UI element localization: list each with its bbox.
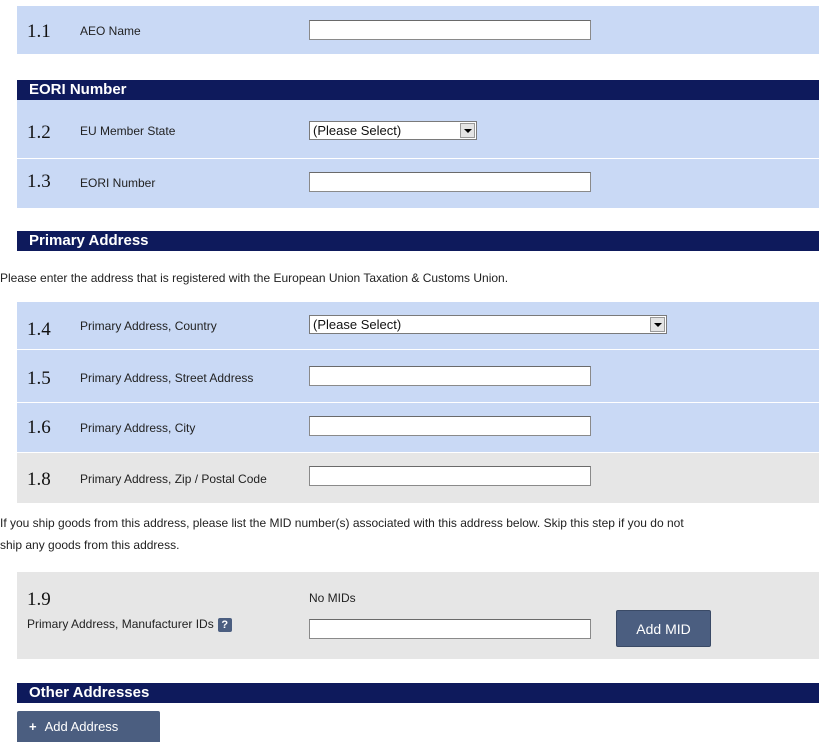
eori-number-input[interactable] (309, 172, 591, 192)
eori-section-header: EORI Number (17, 80, 819, 100)
city-label: Primary Address, City (80, 421, 196, 435)
add-address-button[interactable]: + Add Address (17, 711, 160, 742)
street-input[interactable] (309, 366, 591, 386)
mid-note-line2: ship any goods from this address. (0, 538, 180, 552)
country-selected: (Please Select) (313, 317, 402, 332)
city-input[interactable] (309, 416, 591, 436)
eori-number-label: EORI Number (80, 176, 156, 190)
member-state-label: EU Member State (80, 124, 176, 138)
mids-status: No MIDs (309, 591, 356, 605)
mid-input[interactable] (309, 619, 591, 639)
country-row: 1.4 Primary Address, Country (Please Sel… (17, 302, 819, 349)
primary-address-intro: Please enter the address that is registe… (0, 271, 509, 285)
mid-note-line1: If you ship goods from this address, ple… (0, 516, 684, 530)
city-row: 1.6 Primary Address, City (17, 402, 819, 453)
field-number: 1.9 (27, 589, 51, 610)
mids-label-wrap: Primary Address, Manufacturer IDs? (27, 617, 232, 632)
street-row: 1.5 Primary Address, Street Address (17, 349, 819, 403)
aeo-name-input[interactable] (309, 20, 591, 40)
plus-icon: + (29, 719, 37, 734)
street-label: Primary Address, Street Address (80, 371, 254, 385)
eori-number-row: 1.3 EORI Number (17, 158, 819, 208)
field-number: 1.2 (27, 122, 51, 143)
field-number: 1.4 (27, 319, 51, 340)
primary-address-section-header: Primary Address (17, 231, 819, 251)
member-state-select[interactable]: (Please Select) (309, 121, 477, 140)
field-number: 1.1 (27, 21, 51, 42)
field-number: 1.5 (27, 368, 51, 389)
member-state-row: 1.2 EU Member State (Please Select) (17, 100, 819, 158)
other-addresses-section-header: Other Addresses (17, 683, 819, 703)
dropdown-arrow-icon[interactable] (460, 123, 475, 138)
zip-label: Primary Address, Zip / Postal Code (80, 472, 267, 486)
country-label: Primary Address, Country (80, 319, 217, 333)
aeo-name-row: 1.1 AEO Name (17, 6, 819, 54)
field-number: 1.8 (27, 469, 51, 490)
dropdown-arrow-icon[interactable] (650, 317, 665, 332)
country-select[interactable]: (Please Select) (309, 315, 667, 334)
zip-row: 1.8 Primary Address, Zip / Postal Code (17, 452, 819, 503)
zip-input[interactable] (309, 466, 591, 486)
mids-row: 1.9 Primary Address, Manufacturer IDs? N… (17, 572, 819, 659)
member-state-selected: (Please Select) (313, 123, 402, 138)
help-icon[interactable]: ? (217, 617, 232, 632)
field-number: 1.3 (27, 171, 51, 192)
mids-label: Primary Address, Manufacturer IDs (27, 617, 214, 631)
add-mid-button[interactable]: Add MID (616, 610, 711, 647)
add-address-label: Add Address (44, 719, 119, 734)
field-number: 1.6 (27, 417, 51, 438)
aeo-name-label: AEO Name (80, 24, 141, 38)
